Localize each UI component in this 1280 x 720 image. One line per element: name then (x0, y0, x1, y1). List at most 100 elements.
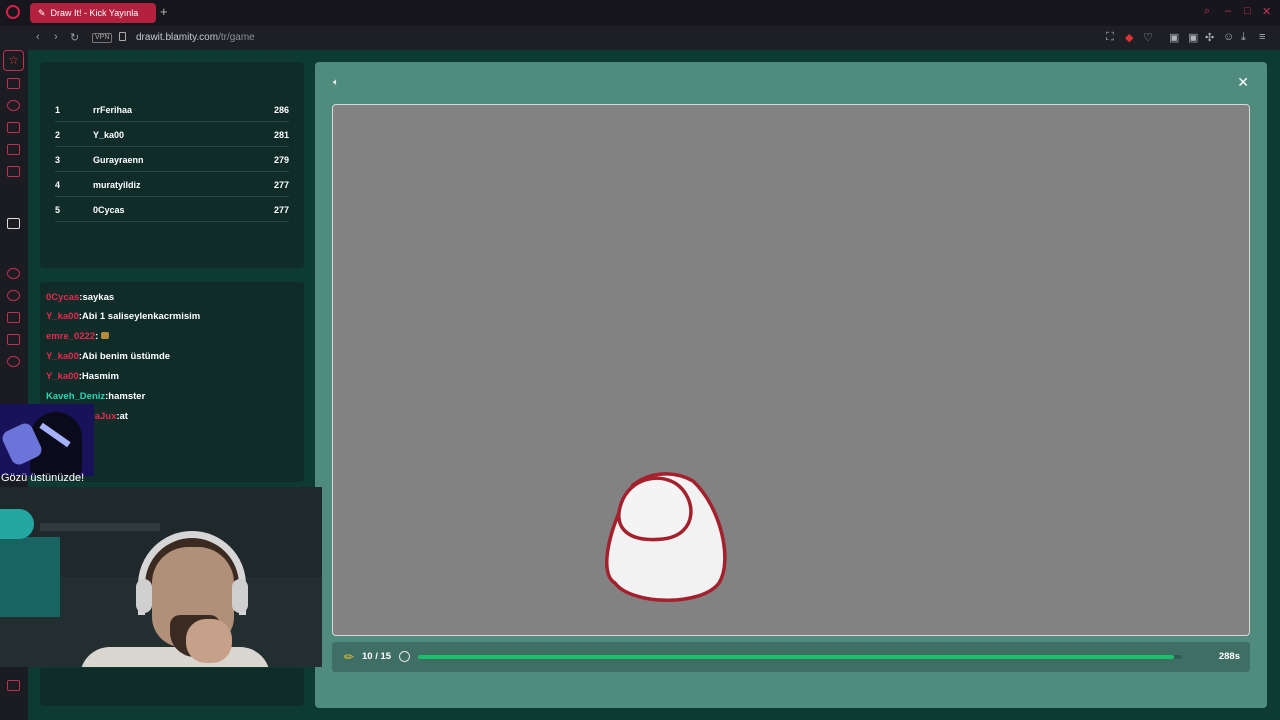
player-score: 286 (273, 105, 289, 115)
kick-app-icon[interactable] (7, 218, 20, 229)
player-name: muratyildiz (93, 180, 141, 190)
round-counter: 10 / 15 (362, 651, 392, 662)
alert-image (0, 404, 94, 476)
history-icon[interactable] (7, 290, 20, 301)
chat-text: :at (116, 411, 128, 422)
headphone-right-cup (232, 579, 248, 613)
drawing-head-shape (617, 476, 693, 542)
chat-username: Kaveh_Deniz (46, 391, 106, 402)
webcam-shirt (80, 647, 270, 667)
webcam-lamp (0, 509, 34, 539)
webcam-lamp-glow (0, 537, 60, 617)
opera-logo-icon[interactable] (6, 5, 20, 19)
time-progress-bar (418, 655, 1182, 659)
chat-text: :Abi benim üstümde (78, 351, 171, 362)
m-app-icon[interactable] (7, 166, 20, 177)
player-name: Y_ka00 (93, 130, 125, 140)
downloads-icon[interactable] (7, 312, 20, 323)
wallet-icon[interactable] (7, 144, 20, 155)
menu-icon[interactable]: ≡ (1259, 31, 1265, 43)
webcam-hand (186, 619, 232, 663)
url-field[interactable]: drawit.blamity.com/tr/game (136, 32, 255, 43)
lock-icon[interactable] (119, 32, 126, 41)
rank: 4 (55, 180, 61, 190)
game-footer: ✏ 10 / 15 288s (332, 642, 1250, 672)
close-window-icon[interactable]: ✕ (1262, 5, 1271, 18)
chat-text: :Hasmim (78, 371, 119, 382)
shield-icon[interactable]: ◆ (1125, 31, 1133, 44)
sync-icon[interactable] (7, 100, 20, 111)
rank: 2 (55, 130, 61, 140)
player-score: 277 (273, 180, 289, 190)
speed-dial-icon[interactable]: ☆ (3, 50, 24, 71)
chat-username: emre_0222 (46, 331, 96, 342)
chat-message: Y_ka00:Abi benim üstümde (46, 351, 170, 362)
leaderboard-row: 1 rrFerihaa 286 (55, 98, 289, 122)
rank: 3 (55, 155, 61, 165)
chat-message: Kaveh_Deniz:hamster (46, 391, 145, 402)
player-score: 279 (273, 155, 289, 165)
heart-icon[interactable]: ♡ (1143, 31, 1153, 44)
emoji-icon (100, 332, 109, 339)
bottom-panel (40, 668, 304, 706)
vpn-badge[interactable]: VPN (92, 33, 113, 43)
extensions-icon[interactable] (7, 334, 20, 345)
forward-icon[interactable]: › (54, 31, 58, 43)
webcam-shelf (40, 523, 160, 531)
chat-text: : (95, 331, 99, 342)
chat-message: emre_0222: (46, 331, 109, 342)
chat-message: Y_ka00:Abi 1 saliseylenkacrmisim (46, 311, 200, 322)
messenger-icon[interactable] (7, 78, 20, 89)
leaderboard-row: 3 Gurayraenn 279 (55, 148, 289, 172)
extension-2-icon[interactable]: ▣ (1188, 31, 1198, 44)
speaker-icon[interactable]: 🔈︎ (333, 77, 339, 88)
seconds-remaining: 288s (1218, 651, 1240, 662)
download-icon[interactable]: ⤓ (1241, 31, 1246, 44)
timer-icon (399, 651, 410, 662)
url-host: drawit.blamity.com (136, 32, 219, 43)
player-name: 0Cycas (93, 205, 125, 215)
pencil-icon: ✏ (344, 650, 355, 664)
tab-title: Draw It! - Kick Yayınla (50, 8, 139, 18)
chat-username: Y_ka00 (46, 351, 79, 362)
close-icon[interactable]: ✕ (1237, 74, 1249, 91)
headphone-left-cup (136, 579, 152, 613)
gx-icon[interactable] (7, 680, 20, 691)
chat-message: 0Cycas:saykas (46, 292, 114, 303)
reload-icon[interactable]: ↻ (70, 31, 79, 44)
tab-favicon-icon: ✎ (38, 8, 46, 18)
maximize-icon[interactable]: □ (1244, 5, 1251, 17)
search-tabs-icon[interactable]: ⌕ (1204, 5, 1210, 18)
alert-caption: Gözü üstünüzde! (1, 472, 85, 484)
chat-username: raJux (91, 411, 117, 422)
address-bar: ‹ › ↻ VPN drawit.blamity.com/tr/game ⛶ ◆… (0, 26, 1280, 50)
webcam-feed (0, 487, 322, 667)
time-progress-fill (418, 655, 1175, 659)
profile-icon[interactable]: ☺ (1223, 31, 1234, 43)
chat-text: :hamster (105, 391, 146, 402)
leaderboard-panel: 1 rrFerihaa 286 2 Y_ka00 281 3 Gurayraen… (40, 62, 304, 268)
chat-username: 0Cycas (46, 292, 80, 303)
minimize-icon[interactable]: – (1225, 5, 1231, 17)
back-icon[interactable]: ‹ (36, 31, 40, 43)
new-tab-button[interactable]: + (160, 4, 168, 19)
url-path: /tr/game (218, 32, 255, 43)
leaderboard-row: 4 muratyildiz 277 (55, 173, 289, 197)
tab-draw-it[interactable]: ✎ Draw It! - Kick Yayınla (30, 3, 156, 23)
puzzle-icon[interactable]: ✣ (1205, 31, 1214, 44)
chat-text: :saykas (79, 292, 115, 303)
player-name: Gurayraenn (93, 155, 144, 165)
chat-message: Y_ka00:Hasmim (46, 371, 119, 382)
leaderboard-row: 5 0Cycas 277 (55, 198, 289, 222)
drawing-canvas[interactable] (332, 104, 1250, 636)
rank: 1 (55, 105, 61, 115)
chat-message: raJux:at (91, 411, 128, 422)
browser-tab-bar: ✎ Draw It! - Kick Yayınla + ⌕ – □ ✕ (0, 0, 1280, 26)
settings-icon[interactable] (7, 356, 20, 367)
favorites-icon[interactable] (7, 268, 20, 279)
chat-text: :Abi 1 saliseylenkacrmisim (78, 311, 201, 322)
rank: 5 (55, 205, 61, 215)
extension-icon[interactable]: ▣ (1169, 31, 1179, 44)
snapshot-icon[interactable]: ⛶ (1106, 31, 1114, 44)
shop-icon[interactable] (7, 122, 20, 133)
